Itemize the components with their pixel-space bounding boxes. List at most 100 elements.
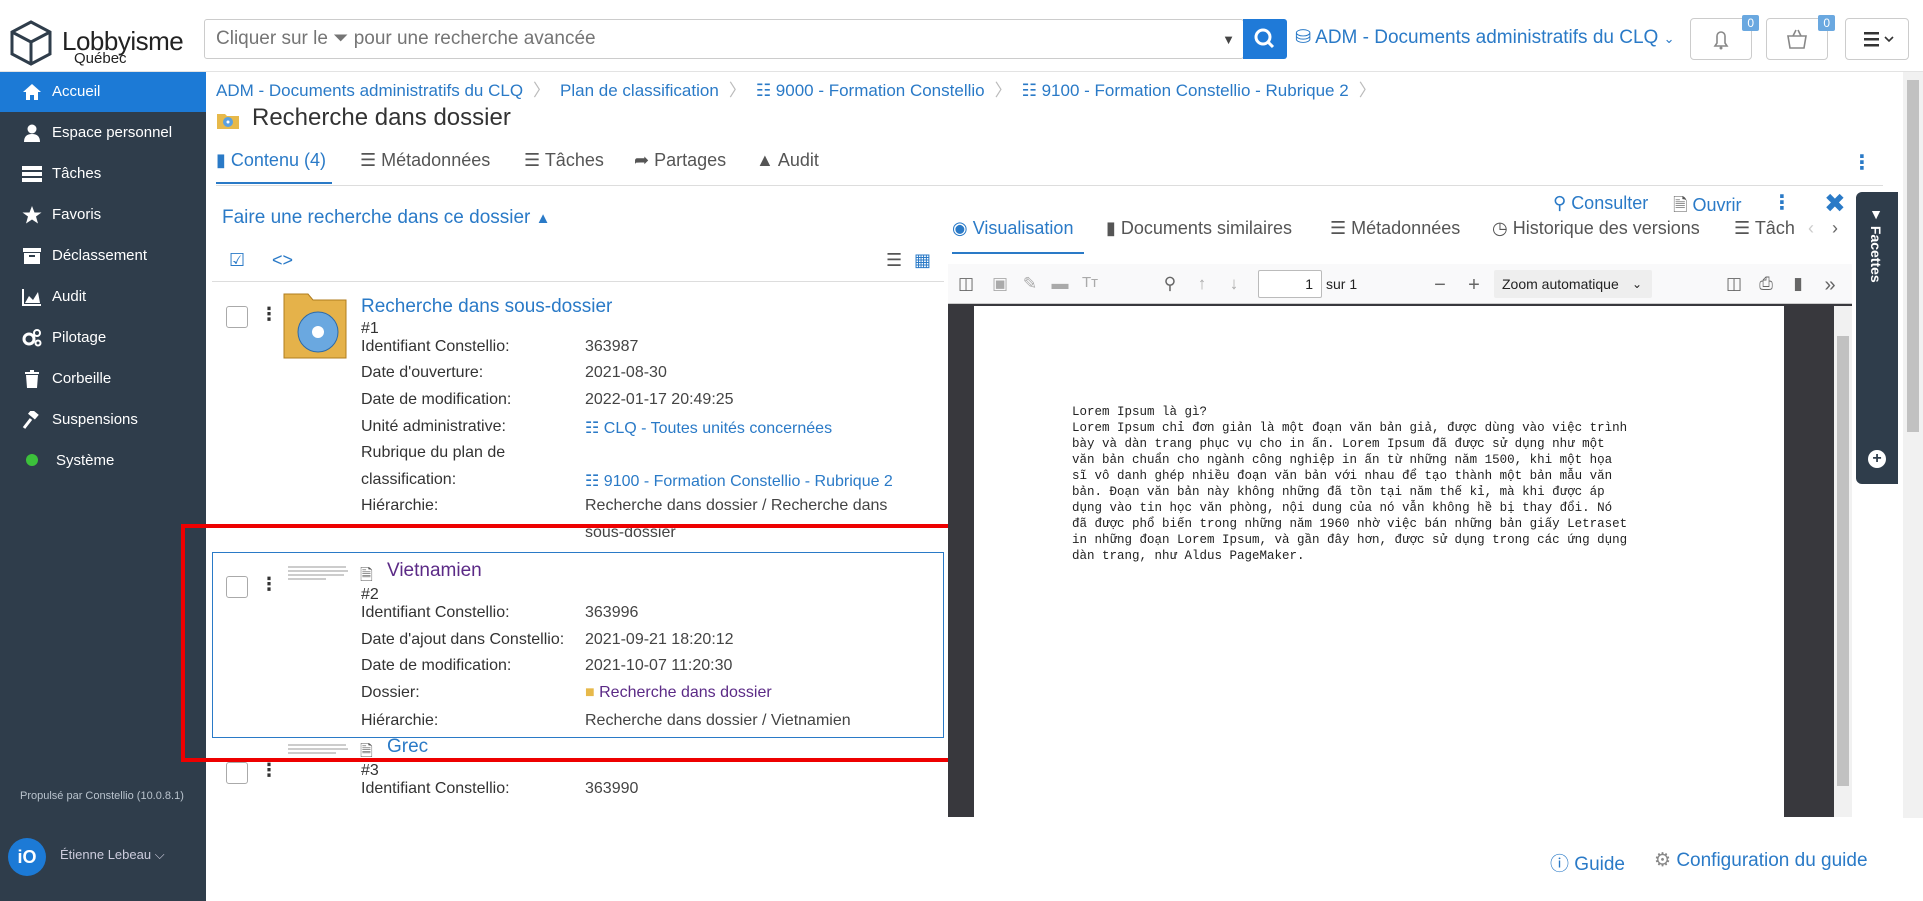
tab-partages[interactable]: ➦ Partages (634, 150, 726, 184)
tab-audit[interactable]: ▲ Audit (756, 150, 819, 184)
code-icon[interactable]: <> (272, 250, 293, 271)
cart-button[interactable]: 0 (1766, 15, 1835, 60)
zoom-select[interactable]: Zoom automatique ⌄ (1494, 270, 1652, 298)
meta-row: Rubrique du plan de (361, 444, 941, 470)
meta-value-link[interactable]: ☷ CLQ - Toutes unités concernées (585, 418, 832, 438)
list-view-icon[interactable]: ☰ (886, 250, 902, 271)
text-icon[interactable]: Tт (1080, 274, 1100, 294)
presentation-icon[interactable]: ◫ (1724, 274, 1744, 294)
sidebar-item-pilotage[interactable]: Pilotage (0, 318, 206, 358)
tab-metadonnees[interactable]: ☰ Métadonnées (360, 150, 490, 184)
tools-menu-icon[interactable]: » (1820, 274, 1840, 296)
folder-thumbnail-icon (283, 293, 347, 359)
sidebar-item-systeme[interactable]: Système (0, 441, 206, 481)
meta-row: Identifiant Constellio: 363990 (361, 780, 941, 806)
folder-search-icon (217, 114, 239, 129)
record-checkbox[interactable] (226, 762, 248, 784)
record-title[interactable]: Recherche dans sous-dossier (361, 296, 612, 318)
sidebar-item-suspensions[interactable]: Suspensions (0, 400, 206, 440)
zoom-out-icon[interactable]: − (1430, 274, 1450, 296)
record-checkbox[interactable] (226, 306, 248, 328)
guide-link[interactable]: ⓘ Guide (1550, 849, 1625, 876)
guide-label: Guide (1574, 854, 1625, 875)
scroll-tabs-right-icon[interactable]: › (1832, 218, 1838, 254)
tab-label: Métadonnées (381, 150, 491, 170)
page-scrollbar-thumb[interactable] (1907, 80, 1919, 432)
sitemap-icon: ☷ (585, 420, 604, 437)
zoom-in-icon[interactable]: + (1464, 274, 1484, 296)
tab-taches[interactable]: ☰ Tâches (524, 150, 604, 184)
search-bar: ▼ (204, 19, 1244, 59)
sidebar-item-audit[interactable]: Audit (0, 277, 206, 317)
tab-documents-similaires[interactable]: ▮ Documents similaires (1106, 218, 1292, 254)
preview-more-icon[interactable]: ⋮ (1772, 190, 1792, 215)
arrow-up-icon[interactable]: ↑ (1192, 274, 1212, 294)
sidebar-item-accueil[interactable]: Accueil (0, 72, 206, 112)
highlight-icon[interactable]: ▬ (1050, 274, 1070, 294)
open-label: Ouvrir (1692, 195, 1742, 215)
tab-metadonnees-preview[interactable]: ☰ Métadonnées (1330, 218, 1460, 254)
filter-icon: ▼ (1868, 206, 1884, 222)
sidebar-item-declassement[interactable]: Déclassement (0, 236, 206, 276)
facets-panel[interactable]: ▼ Facettes + (1856, 192, 1898, 484)
meta-value: 363987 (585, 338, 639, 355)
search-in-folder-toggle[interactable]: Faire une recherche dans ce dossier ▲ (222, 207, 551, 229)
page-title: Recherche dans dossier (252, 104, 511, 131)
grid-view-icon[interactable]: ▦ (914, 250, 931, 271)
breadcrumb-item[interactable]: Plan de classification (560, 81, 719, 100)
close-icon[interactable]: ✖ (1824, 188, 1846, 219)
tasks-icon: ☰ (1734, 218, 1755, 238)
search-icon[interactable]: ⚲ (1160, 274, 1180, 294)
sidebar-item-corbeille[interactable]: Corbeille (0, 359, 206, 399)
main-menu-button[interactable] (1845, 18, 1909, 60)
meta-row: Date de modification: 2022-01-17 20:49:25 (361, 391, 941, 417)
sidebar-item-label: Espace personnel (52, 124, 173, 141)
search-button[interactable] (1243, 19, 1287, 59)
pdf-scrollbar-thumb[interactable] (1837, 336, 1849, 786)
select-all-icon[interactable]: ☑ (229, 250, 245, 271)
breadcrumb-item[interactable]: 9000 - Formation Constellio (776, 81, 985, 100)
bookmark-icon[interactable]: ▮ (1788, 274, 1808, 294)
tab-label: Tâches (544, 150, 604, 170)
tab-contenu[interactable]: ▮ Contenu (4) (216, 150, 332, 184)
tab-visualisation[interactable]: ◉ Visualisation (952, 218, 1084, 254)
breadcrumb-item[interactable]: ADM - Documents administratifs du CLQ (216, 81, 523, 100)
sidebar-item-espace-personnel[interactable]: Espace personnel (0, 113, 206, 153)
add-facet-icon[interactable]: + (1868, 450, 1886, 468)
pdf-scrollbar[interactable] (1834, 306, 1852, 817)
sidebar-item-favoris[interactable]: Favoris (0, 195, 206, 235)
collection-selector[interactable]: ⛁ ADM - Documents administratifs du CLQ … (1295, 26, 1675, 49)
meta-key: Hiérarchie: (361, 497, 439, 514)
guide-config-link[interactable]: ⚙ Configuration du guide (1654, 849, 1868, 872)
breadcrumb-separator: 〉 (994, 81, 1012, 100)
record-menu-icon[interactable]: ⋮ (260, 760, 278, 781)
more-options-icon[interactable]: ⋮ (1852, 150, 1872, 175)
arrow-down-icon[interactable]: ↓ (1224, 274, 1244, 294)
tab-historique-versions[interactable]: ◷ Historique des versions (1492, 218, 1700, 254)
sidebar-toggle-icon[interactable]: ◫ (956, 274, 976, 294)
clock-icon: ◷ (1492, 218, 1513, 238)
breadcrumb-item[interactable]: 9100 - Formation Constellio - Rubrique 2 (1042, 81, 1349, 100)
page-scrollbar[interactable] (1903, 72, 1923, 818)
notifications-button[interactable]: 0 (1690, 15, 1759, 60)
consult-action[interactable]: ⚲ Consulter (1553, 193, 1648, 214)
scroll-tabs-left-icon[interactable]: ‹ (1808, 218, 1814, 254)
sidebar-item-taches[interactable]: Tâches (0, 154, 206, 194)
meta-key: Date d'ouverture: (361, 364, 484, 381)
meta-value-link[interactable]: ☷ 9100 - Formation Constellio - Rubrique… (585, 471, 893, 491)
record-menu-icon[interactable]: ⋮ (260, 304, 278, 325)
search-icon: ⚲ (1553, 193, 1572, 213)
draw-icon[interactable]: ✎ (1020, 274, 1040, 294)
page-number-input[interactable]: 1 (1258, 270, 1322, 298)
search-input[interactable] (205, 20, 1185, 58)
save-icon[interactable]: ▣ (990, 274, 1010, 294)
meta-row: Date d'ouverture: 2021-08-30 (361, 364, 941, 390)
star-icon (22, 206, 42, 224)
record-number: #1 (361, 320, 379, 337)
cart-badge: 0 (1818, 15, 1835, 31)
app-logo[interactable]: Lobbyisme Québec (10, 20, 190, 67)
advanced-search-caret-icon[interactable]: ▼ (1222, 32, 1235, 47)
share-icon: ➦ (634, 150, 655, 170)
tab-taches-preview[interactable]: ☰ Tâche (1734, 218, 1794, 254)
print-icon[interactable]: ⎙ (1756, 274, 1776, 294)
